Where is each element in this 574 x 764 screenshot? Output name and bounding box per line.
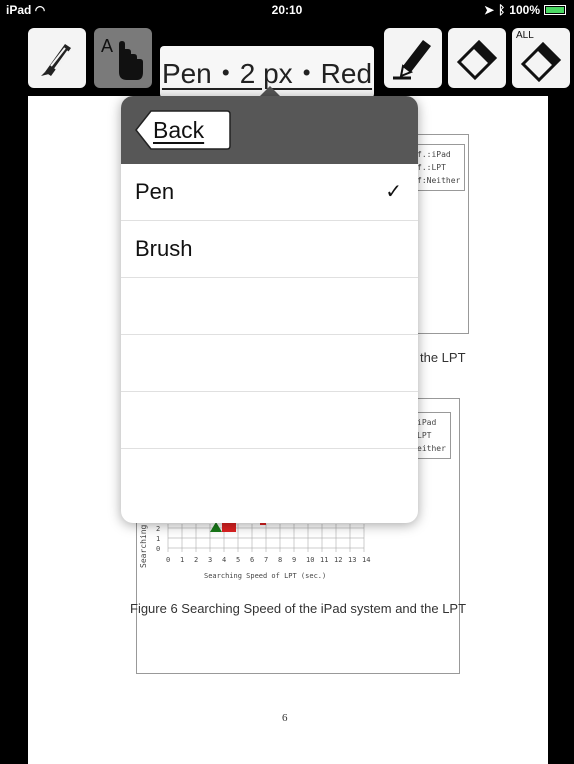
legend-bottom-item: LPT: [417, 431, 432, 440]
data-triangle-green: [210, 522, 222, 532]
back-label: Back: [153, 117, 205, 143]
x-tick: 8: [278, 556, 282, 564]
x-tick: 0: [166, 556, 170, 564]
menu-item-brush[interactable]: Brush: [121, 221, 418, 278]
drawing-toolbar: A Pen・2 px・Red ALL: [0, 20, 574, 98]
x-tick: 13: [348, 556, 356, 564]
menu-item-label: Pen: [135, 179, 175, 204]
y-tick: 2: [156, 525, 160, 533]
pencil-icon: [41, 44, 71, 76]
x-tick: 12: [334, 556, 342, 564]
x-tick: 14: [362, 556, 370, 564]
figure-caption: Figure 6 Searching Speed of the iPad sys…: [130, 601, 467, 616]
y-tick: 1: [156, 535, 160, 543]
legend-top-item: f.:iPad: [417, 150, 451, 159]
eraser-icon: [456, 39, 498, 81]
x-tick: 2: [194, 556, 198, 564]
x-tick: 10: [306, 556, 314, 564]
x-tick: 7: [264, 556, 268, 564]
x-tick: 1: [180, 556, 184, 564]
svg-text:A: A: [101, 36, 113, 56]
menu-item-pen[interactable]: Pen ✓: [121, 164, 418, 221]
battery-icon: [544, 5, 566, 15]
clear-all-label: ALL: [516, 30, 534, 41]
menu-empty-row: [121, 278, 418, 335]
menu-empty-row: [121, 335, 418, 392]
eraser-all-icon: [520, 41, 562, 82]
y-axis-label: Searching: [139, 524, 148, 568]
legend-bottom-item: either: [417, 444, 446, 453]
x-tick: 5: [236, 556, 240, 564]
legend-top-item: f.:LPT: [417, 163, 446, 172]
x-tick: 6: [250, 556, 254, 564]
eraser-tool-button[interactable]: [448, 28, 506, 88]
status-bar: iPad ◠ 20:10 ➤ ᛒ 100%: [0, 0, 574, 20]
legend-top-item: f:Neither: [417, 176, 461, 185]
caption-fragment: the LPT: [420, 350, 466, 365]
marker-tool-button[interactable]: [384, 28, 442, 88]
popover-header: Back: [121, 96, 418, 164]
battery-percent: 100%: [509, 3, 540, 17]
menu-empty-row: [121, 392, 418, 449]
menu-empty-row: [121, 449, 418, 506]
page-number: 6: [282, 712, 288, 724]
pencil-tool-button[interactable]: [28, 28, 86, 88]
data-square-red: [222, 522, 236, 532]
x-axis-label: Searching Speed of LPT (sec.): [204, 572, 326, 580]
scatter-plot-fragment: Searching 2 1 0 0 1 2 3 4 5 6 7 8 9 10 11 12 13 14 Sea…: [139, 522, 370, 580]
status-right: ➤ ᛒ 100%: [484, 3, 566, 17]
clear-all-button[interactable]: ALL: [512, 28, 570, 88]
text-select-tool-button[interactable]: A: [94, 28, 152, 88]
checkmark-icon: ✓: [385, 181, 402, 203]
pen-type-popover: Back Pen ✓ Brush: [121, 96, 418, 523]
legend-top: f.:iPad f.:LPT f:Neither: [412, 144, 466, 191]
bluetooth-icon: ᛒ: [498, 3, 506, 17]
x-tick: 9: [292, 556, 296, 564]
hand-pointer-icon: A: [101, 36, 143, 80]
x-tick: 3: [208, 556, 212, 564]
x-tick: 4: [222, 556, 226, 564]
back-button[interactable]: Back: [135, 110, 231, 150]
popover-arrow: [260, 86, 280, 96]
location-arrow-icon: ➤: [484, 3, 495, 17]
menu-item-label: Brush: [135, 236, 193, 261]
legend-bottom-item: iPad: [417, 418, 437, 427]
x-tick: 11: [320, 556, 328, 564]
y-tick: 0: [156, 545, 160, 553]
marker-icon: [393, 40, 431, 80]
